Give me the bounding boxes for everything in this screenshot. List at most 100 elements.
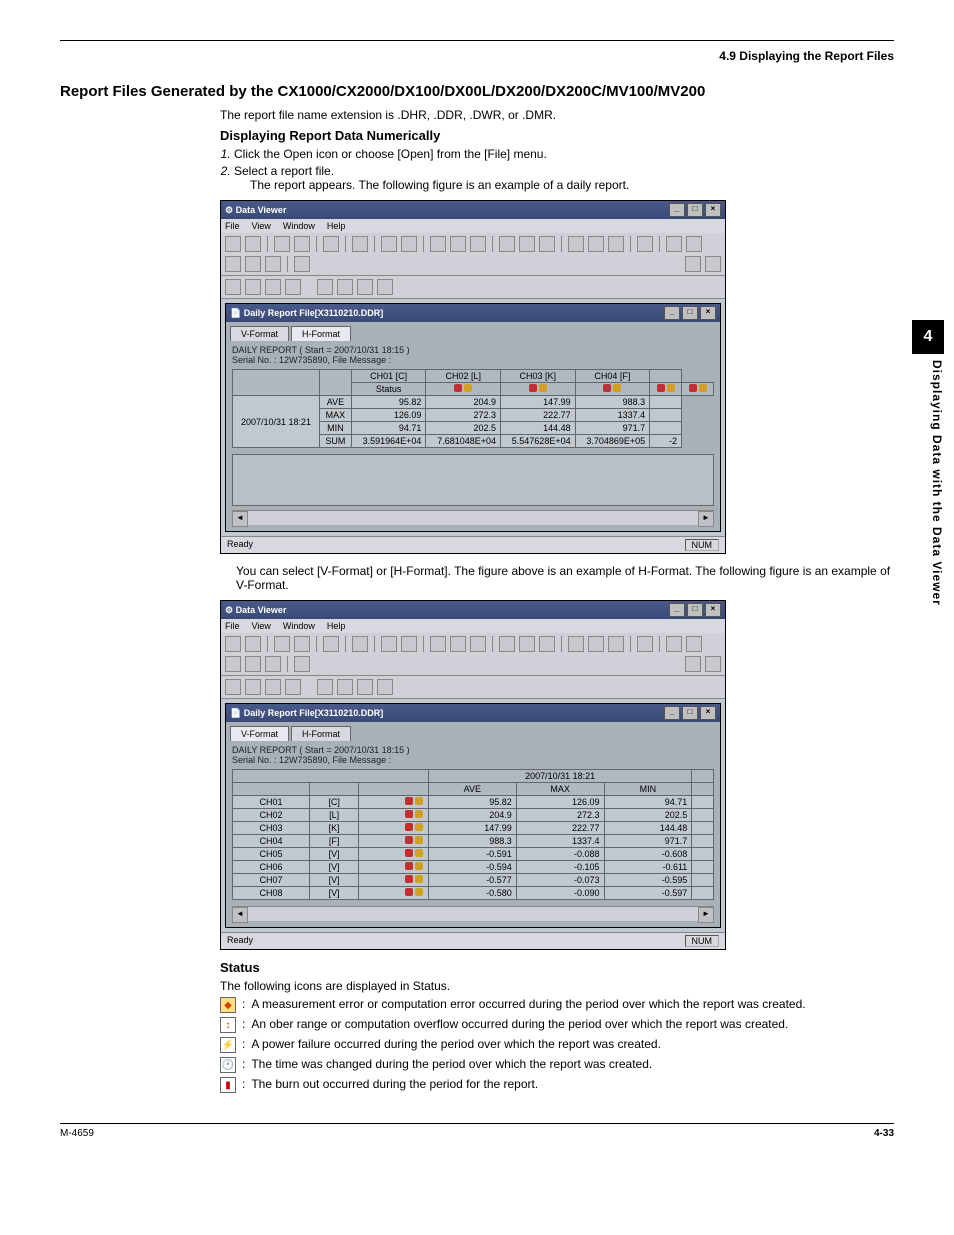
nav-last-icon[interactable]: [285, 279, 301, 295]
zoom-in-icon[interactable]: [381, 636, 397, 652]
nav-next-icon[interactable]: [265, 279, 281, 295]
tool-icon[interactable]: [705, 656, 721, 672]
tool-icon[interactable]: [294, 236, 310, 252]
tool-icon[interactable]: [225, 256, 241, 272]
nav-icon[interactable]: [357, 279, 373, 295]
nav-next-icon[interactable]: [265, 679, 281, 695]
open-icon[interactable]: [225, 636, 241, 652]
menu-view[interactable]: View: [252, 221, 271, 231]
nav-icon[interactable]: [317, 279, 333, 295]
nav-first-icon[interactable]: [225, 279, 241, 295]
tab-v-format[interactable]: V-Format: [230, 326, 289, 341]
tool-icon[interactable]: [588, 236, 604, 252]
minimize-icon[interactable]: _: [664, 306, 680, 320]
tool-icon[interactable]: [294, 636, 310, 652]
tool-icon[interactable]: [499, 636, 515, 652]
tool-icon[interactable]: [499, 236, 515, 252]
tool-icon[interactable]: [519, 236, 535, 252]
tool-icon[interactable]: [450, 636, 466, 652]
h-scrollbar[interactable]: ◄ ►: [232, 510, 714, 525]
tool-icon[interactable]: [705, 256, 721, 272]
tool-icon[interactable]: [637, 636, 653, 652]
tool-icon[interactable]: [245, 656, 261, 672]
tool-icon[interactable]: [294, 256, 310, 272]
scroll-right-icon[interactable]: ►: [698, 907, 714, 923]
tab-h-format[interactable]: H-Format: [291, 726, 351, 741]
maximize-icon[interactable]: □: [687, 203, 703, 217]
tool-icon[interactable]: [430, 236, 446, 252]
scroll-right-icon[interactable]: ►: [698, 511, 714, 527]
menu-window[interactable]: Window: [283, 221, 315, 231]
tool-icon[interactable]: [265, 656, 281, 672]
zoom-out-icon[interactable]: [401, 636, 417, 652]
nav-prev-icon[interactable]: [245, 279, 261, 295]
tool-icon[interactable]: [588, 636, 604, 652]
nav-icon[interactable]: [337, 279, 353, 295]
close-icon[interactable]: ×: [700, 306, 716, 320]
maximize-icon[interactable]: □: [682, 306, 698, 320]
save-icon[interactable]: [245, 236, 261, 252]
menu-view[interactable]: View: [252, 621, 271, 631]
tool-icon[interactable]: [274, 236, 290, 252]
h-scrollbar[interactable]: ◄ ►: [232, 906, 714, 921]
tool-icon[interactable]: [274, 636, 290, 652]
scroll-left-icon[interactable]: ◄: [232, 511, 248, 527]
subheading: Displaying Report Data Numerically: [220, 128, 894, 143]
tool-icon[interactable]: [637, 236, 653, 252]
tool-icon[interactable]: [568, 236, 584, 252]
nav-first-icon[interactable]: [225, 679, 241, 695]
save-icon[interactable]: [245, 636, 261, 652]
tool-icon[interactable]: [608, 636, 624, 652]
tool-icon[interactable]: [686, 236, 702, 252]
zoom-in-icon[interactable]: [381, 236, 397, 252]
tool-icon[interactable]: [666, 236, 682, 252]
minimize-icon[interactable]: _: [669, 203, 685, 217]
zoom-out-icon[interactable]: [401, 236, 417, 252]
error-icon: ◆: [220, 997, 236, 1013]
tool-icon[interactable]: [685, 256, 701, 272]
tool-icon[interactable]: [519, 636, 535, 652]
nav-icon[interactable]: [377, 679, 393, 695]
tool-icon[interactable]: [608, 236, 624, 252]
tool-icon[interactable]: [539, 236, 555, 252]
close-icon[interactable]: ×: [700, 706, 716, 720]
tool-icon[interactable]: [323, 236, 339, 252]
tool-icon[interactable]: [470, 636, 486, 652]
maximize-icon[interactable]: □: [682, 706, 698, 720]
minimize-icon[interactable]: _: [664, 706, 680, 720]
menu-window[interactable]: Window: [283, 621, 315, 631]
nav-icon[interactable]: [357, 679, 373, 695]
nav-prev-icon[interactable]: [245, 679, 261, 695]
tool-icon[interactable]: [294, 656, 310, 672]
tab-h-format[interactable]: H-Format: [291, 326, 351, 341]
close-icon[interactable]: ×: [705, 203, 721, 217]
menu-file[interactable]: File: [225, 221, 240, 231]
tool-icon[interactable]: [430, 636, 446, 652]
menu-help[interactable]: Help: [327, 621, 346, 631]
nav-icon[interactable]: [317, 679, 333, 695]
minimize-icon[interactable]: _: [669, 603, 685, 617]
maximize-icon[interactable]: □: [687, 603, 703, 617]
tool-icon[interactable]: [450, 236, 466, 252]
tab-v-format[interactable]: V-Format: [230, 726, 289, 741]
open-icon[interactable]: [225, 236, 241, 252]
tool-icon[interactable]: [323, 636, 339, 652]
scroll-left-icon[interactable]: ◄: [232, 907, 248, 923]
tool-icon[interactable]: [685, 656, 701, 672]
tool-icon[interactable]: [470, 236, 486, 252]
nav-icon[interactable]: [377, 279, 393, 295]
tool-icon[interactable]: [666, 636, 682, 652]
tool-icon[interactable]: [686, 636, 702, 652]
tool-icon[interactable]: [352, 636, 368, 652]
nav-last-icon[interactable]: [285, 679, 301, 695]
tool-icon[interactable]: [265, 256, 281, 272]
tool-icon[interactable]: [245, 256, 261, 272]
menu-help[interactable]: Help: [327, 221, 346, 231]
nav-icon[interactable]: [337, 679, 353, 695]
tool-icon[interactable]: [225, 656, 241, 672]
menu-file[interactable]: File: [225, 621, 240, 631]
tool-icon[interactable]: [352, 236, 368, 252]
close-icon[interactable]: ×: [705, 603, 721, 617]
tool-icon[interactable]: [539, 636, 555, 652]
tool-icon[interactable]: [568, 636, 584, 652]
